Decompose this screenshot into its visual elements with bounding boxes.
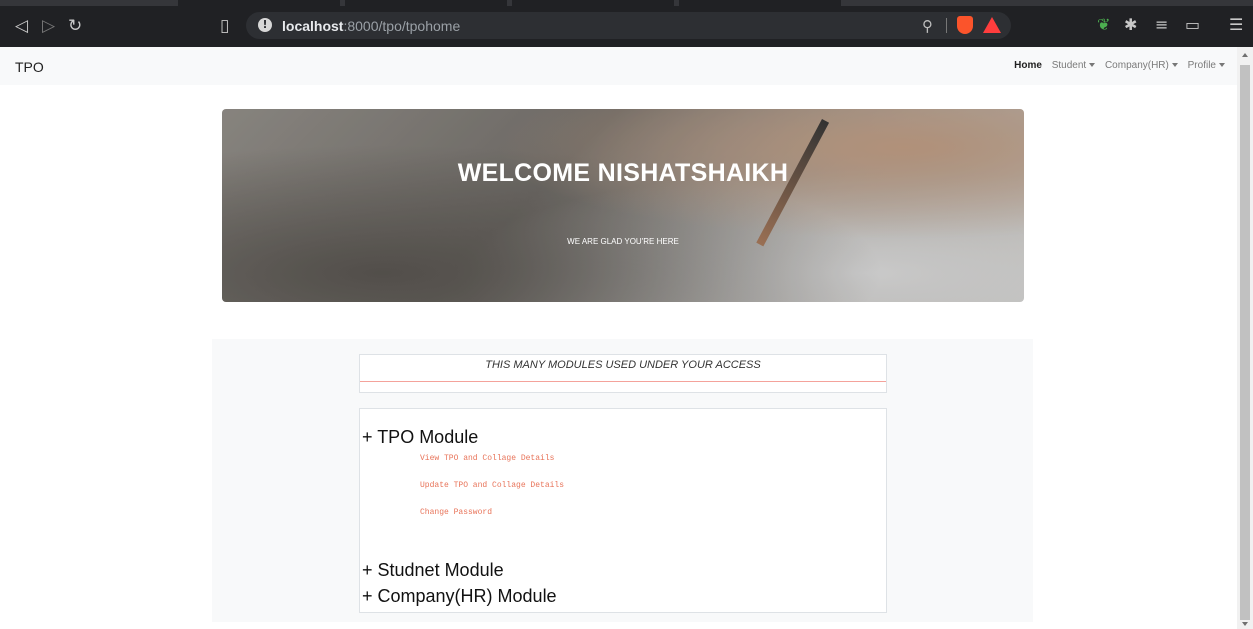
banner-divider [360,381,886,382]
nav-company-label: Company(HR) [1104,60,1169,71]
nav-student-dropdown[interactable]: Student [1051,60,1096,71]
navbar-links: Home Student Company(HR) Profile [1007,60,1225,71]
hero-subtitle: WE ARE GLAD YOU'RE HERE [567,237,679,246]
student-module-heading[interactable]: + Studnet Module [362,560,504,581]
tab[interactable] [679,0,841,6]
scroll-up-icon[interactable] [1242,53,1248,57]
modules-section: THIS MANY MODULES USED UNDER YOUR ACCESS… [212,339,1033,622]
info-icon[interactable]: ! [258,18,272,32]
address-bar[interactable]: ! localhost:8000/tpo/tpohome ⚲ [246,12,1011,39]
navbar-brand[interactable]: TPO [15,59,44,75]
scroll-down-icon[interactable] [1242,622,1248,626]
playlist-icon[interactable]: ≡ [1155,17,1168,33]
brave-rewards-icon[interactable] [983,17,1001,33]
modules-banner-text: THIS MANY MODULES USED UNDER YOUR ACCESS [485,359,761,371]
nav-student-label: Student [1051,60,1087,71]
modules-banner: THIS MANY MODULES USED UNDER YOUR ACCESS [359,354,887,393]
tab[interactable] [178,0,340,6]
wallet-icon[interactable]: ▭ [1185,17,1200,33]
hero-title: WELCOME NISHATSHAIKH [457,159,789,187]
tpo-module-heading[interactable]: + TPO Module [362,427,478,448]
zoom-icon[interactable]: ⚲ [922,17,933,35]
tab[interactable] [512,0,674,6]
puzzle-icon[interactable]: ✱ [1124,17,1137,33]
tab-active[interactable] [845,0,1025,6]
nav-home[interactable]: Home [1014,60,1042,71]
nav-profile-label: Profile [1187,60,1216,71]
brave-shield-icon[interactable] [957,16,973,34]
modules-list: + TPO Module View TPO and Collage Detail… [359,408,887,613]
url-text[interactable]: localhost:8000/tpo/tpohome [282,18,460,34]
tab-strip [0,0,1253,6]
change-password-link[interactable]: Change Password [420,508,492,517]
navbar: TPO Home Student Company(HR) Profile [0,47,1237,85]
caret-down-icon [1219,63,1225,68]
url-divider [946,18,947,33]
reload-icon[interactable]: ↻ [68,18,82,35]
caret-down-icon [1171,63,1178,68]
update-tpo-details-link[interactable]: Update TPO and Collage Details [420,481,564,490]
bookmark-icon[interactable]: ▯ [220,18,229,35]
tab[interactable] [345,0,507,6]
forward-icon[interactable]: ▷ [42,18,55,35]
page-scrollbar[interactable] [1237,47,1253,629]
menu-icon[interactable]: ☰ [1229,17,1243,33]
view-tpo-details-link[interactable]: View TPO and Collage Details [420,454,554,463]
browser-toolbar: ◁ ▷ ↻ ▯ ! localhost:8000/tpo/tpohome ⚲ ❦… [0,0,1253,47]
caret-down-icon [1089,63,1096,68]
welcome-hero: WELCOME NISHATSHAIKH WE ARE GLAD YOU'RE … [222,109,1024,302]
nav-profile-dropdown[interactable]: Profile [1188,60,1225,71]
scroll-thumb[interactable] [1240,65,1250,620]
nav-company-dropdown[interactable]: Company(HR) [1105,60,1178,71]
company-module-heading[interactable]: + Company(HR) Module [362,586,557,607]
back-icon[interactable]: ◁ [15,18,28,35]
hero-overlay [222,109,1024,302]
extension-leaf-icon[interactable]: ❦ [1097,17,1110,33]
